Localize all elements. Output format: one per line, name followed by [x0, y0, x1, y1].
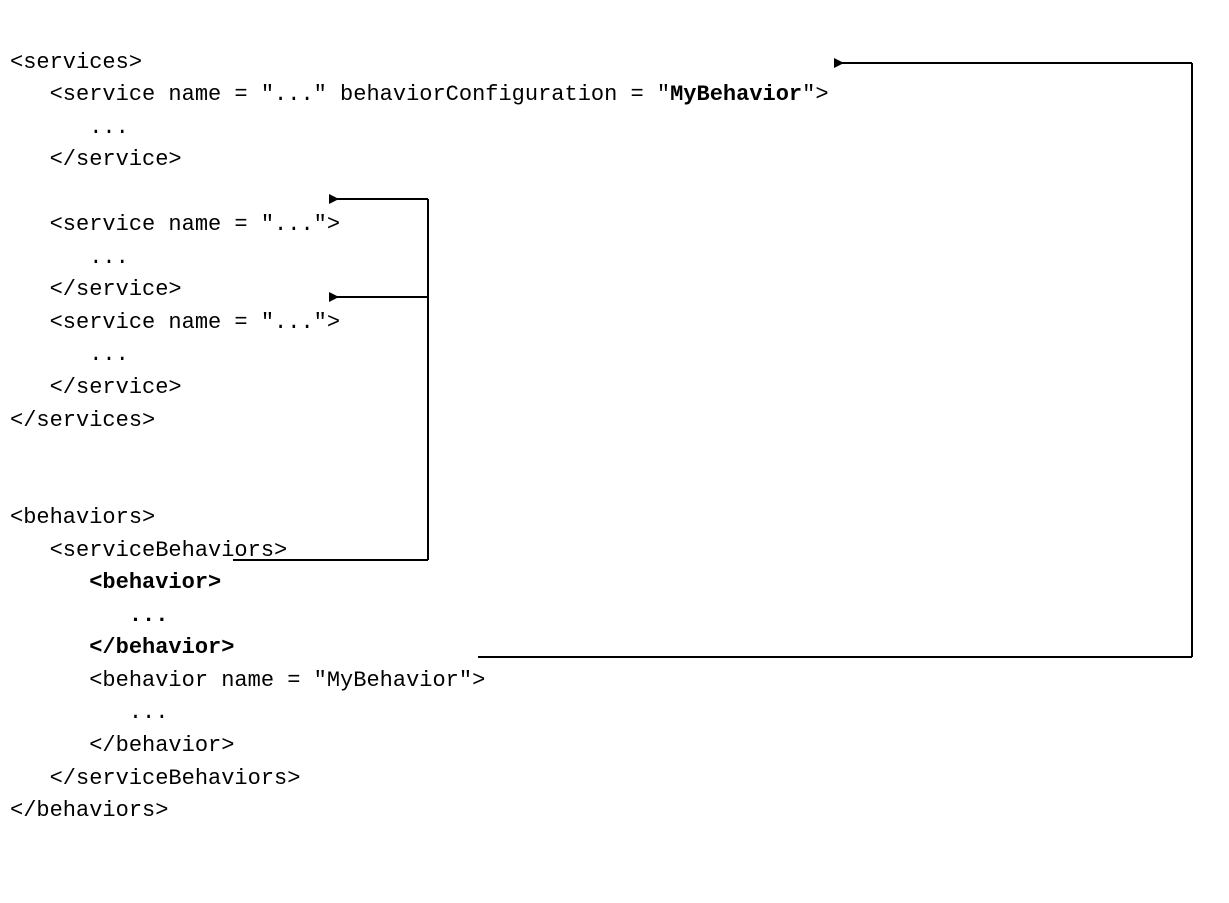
line-behavior-named-body: ... — [10, 700, 168, 725]
line-service1-open-a: <service name = "..." behaviorConfigurat… — [10, 82, 670, 107]
line-behaviors-close: </behaviors> — [10, 798, 168, 823]
line-services-open: <services> — [10, 50, 142, 75]
line-behavior-unnamed-open: <behavior> — [10, 570, 221, 595]
line-service2-close: </service> — [10, 277, 182, 302]
line-servicebehaviors-open: <serviceBehaviors> — [10, 538, 287, 563]
line-behavior-unnamed-close: </behavior> — [10, 635, 234, 660]
line-service1-behavior-ref: MyBehavior — [670, 82, 802, 107]
line-service3-body: ... — [10, 342, 129, 367]
line-behaviors-open: <behaviors> — [10, 505, 155, 530]
line-service2-body: ... — [10, 245, 129, 270]
code-block: <services> <service name = "..." behavio… — [10, 14, 1219, 828]
line-service3-open: <service name = "..."> — [10, 310, 340, 335]
line-service3-close: </service> — [10, 375, 182, 400]
line-servicebehaviors-close: </serviceBehaviors> — [10, 766, 300, 791]
line-service1-body: ... — [10, 115, 129, 140]
line-services-close: </services> — [10, 408, 155, 433]
line-behavior-named-open: <behavior name = "MyBehavior"> — [10, 668, 485, 693]
line-service1-open-c: "> — [802, 82, 828, 107]
line-behavior-named-close: </behavior> — [10, 733, 234, 758]
line-behavior-unnamed-body: ... — [10, 603, 168, 628]
diagram-root: <services> <service name = "..." behavio… — [0, 0, 1229, 903]
line-service2-open: <service name = "..."> — [10, 212, 340, 237]
line-service1-close: </service> — [10, 147, 182, 172]
